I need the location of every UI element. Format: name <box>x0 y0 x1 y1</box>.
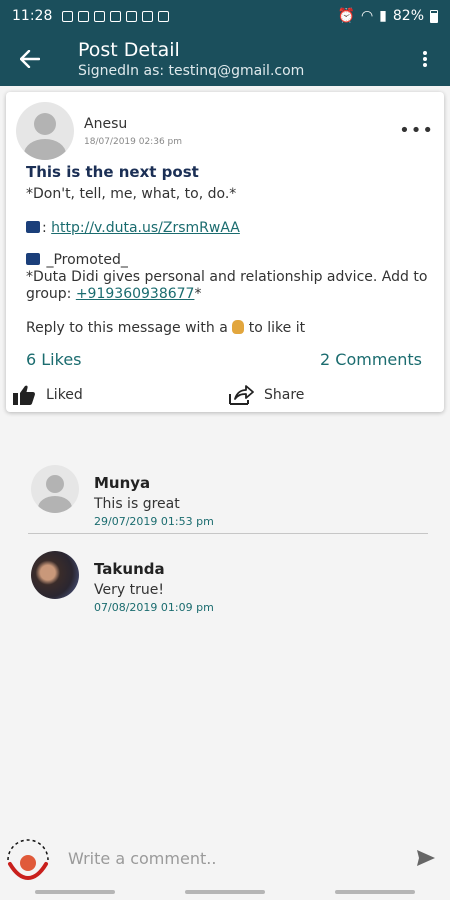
back-button[interactable] <box>0 32 60 86</box>
comment-composer <box>0 832 450 884</box>
avatar-body <box>38 496 72 513</box>
reply-prefix: Reply to this message with a <box>26 320 233 336</box>
thumbs-up-icon <box>13 385 35 405</box>
send-button[interactable] <box>406 838 446 878</box>
comment-timestamp: 07/08/2019 01:09 pm <box>94 601 214 614</box>
comment-timestamp: 29/07/2019 01:53 pm <box>94 515 214 528</box>
avatar-head <box>34 113 56 135</box>
status-bar: 11:28 ⏰ ◠ ▮ 82% <box>0 0 450 32</box>
notification-icons <box>62 10 170 22</box>
promo-body: *Duta Didi gives personal and relationsh… <box>26 269 436 303</box>
nav-home-handle[interactable] <box>185 890 265 894</box>
instagram-icon <box>142 10 154 22</box>
post-link-row: : http://v.duta.us/ZrsmRwAA <box>26 220 240 236</box>
promo-emoji-icon <box>26 253 40 265</box>
app-bar: Post Detail SignedIn as: testinq@gmail.c… <box>0 32 450 86</box>
share-icon <box>229 385 254 405</box>
signal-icon: ▮ <box>379 8 387 24</box>
status-left: 11:28 <box>12 8 170 24</box>
avatar[interactable] <box>16 102 74 160</box>
comment-author[interactable]: Takunda <box>94 560 165 578</box>
reply-hint: Reply to this message with a to like it <box>26 320 305 336</box>
system-nav-bar <box>0 884 450 900</box>
comment-text: This is great <box>94 496 180 512</box>
avatar[interactable] <box>31 465 79 513</box>
comment-input[interactable] <box>68 848 406 868</box>
post-author[interactable]: Anesu <box>84 116 127 132</box>
arrow-left-icon <box>20 50 40 68</box>
promo-phone-link[interactable]: +919360938677 <box>76 286 195 302</box>
comment-item: Takunda Very true! 07/08/2019 01:09 pm <box>28 548 428 618</box>
post-options-button[interactable]: ••• <box>399 120 434 141</box>
post-timestamp: 18/07/2019 02:36 pm <box>84 137 183 147</box>
share-button[interactable]: Share <box>228 384 304 406</box>
comments-count[interactable]: 2 Comments <box>320 350 422 369</box>
comment-item: Munya This is great 29/07/2019 01:53 pm <box>28 462 428 534</box>
post-title: This is the next post <box>26 163 199 181</box>
thumbs-up-emoji-icon <box>232 320 245 334</box>
post-link[interactable]: http://v.duta.us/ZrsmRwAA <box>51 220 240 236</box>
sync-icon <box>110 10 122 22</box>
status-time: 11:28 <box>12 8 53 24</box>
avatar-head <box>46 475 64 493</box>
post-promo: _Promoted_ *Duta Didi gives personal and… <box>26 252 436 303</box>
share-label: Share <box>264 387 305 403</box>
link-prefix: : <box>42 220 52 236</box>
wifi-icon: ◠ <box>360 8 374 24</box>
comment-text: Very true! <box>94 582 164 598</box>
battery-icon <box>430 9 438 23</box>
post-body-line: *Don't, tell, me, what, to, do.* <box>26 186 237 202</box>
status-right: ⏰ ◠ ▮ 82% <box>337 8 438 24</box>
send-icon <box>417 850 435 866</box>
alarm-icon: ⏰ <box>337 8 355 24</box>
sync-icon <box>94 10 106 22</box>
likes-count[interactable]: 6 Likes <box>26 350 82 369</box>
app-logo <box>2 834 54 882</box>
facebook-icon <box>62 10 74 22</box>
like-label: Liked <box>46 387 83 403</box>
reply-suffix: to like it <box>244 320 306 336</box>
promo-suffix: * <box>194 286 202 302</box>
comment-author[interactable]: Munya <box>94 474 150 492</box>
post-card: Anesu 18/07/2019 02:36 pm ••• This is th… <box>6 92 444 412</box>
tv-emoji-icon <box>26 221 40 233</box>
overflow-menu-button[interactable] <box>400 32 450 86</box>
battery-level: 82% <box>392 8 424 24</box>
like-button[interactable]: Liked <box>12 384 83 406</box>
avatar[interactable] <box>31 551 79 599</box>
app-bar-titles: Post Detail SignedIn as: testinq@gmail.c… <box>78 38 304 80</box>
signed-in-label: SignedIn as: testinq@gmail.com <box>78 63 305 79</box>
facebook-icon <box>78 10 90 22</box>
app-logo-icon <box>7 839 49 881</box>
more-vert-icon <box>423 51 427 67</box>
page-title: Post Detail <box>78 39 180 61</box>
promo-title-row: _Promoted_ <box>26 252 436 269</box>
nav-back-handle[interactable] <box>335 890 415 894</box>
promo-title: _Promoted_ <box>42 252 128 268</box>
nav-recents-handle[interactable] <box>35 890 115 894</box>
facebook-icon <box>126 10 138 22</box>
image-icon <box>158 10 170 22</box>
avatar-body <box>24 139 66 160</box>
